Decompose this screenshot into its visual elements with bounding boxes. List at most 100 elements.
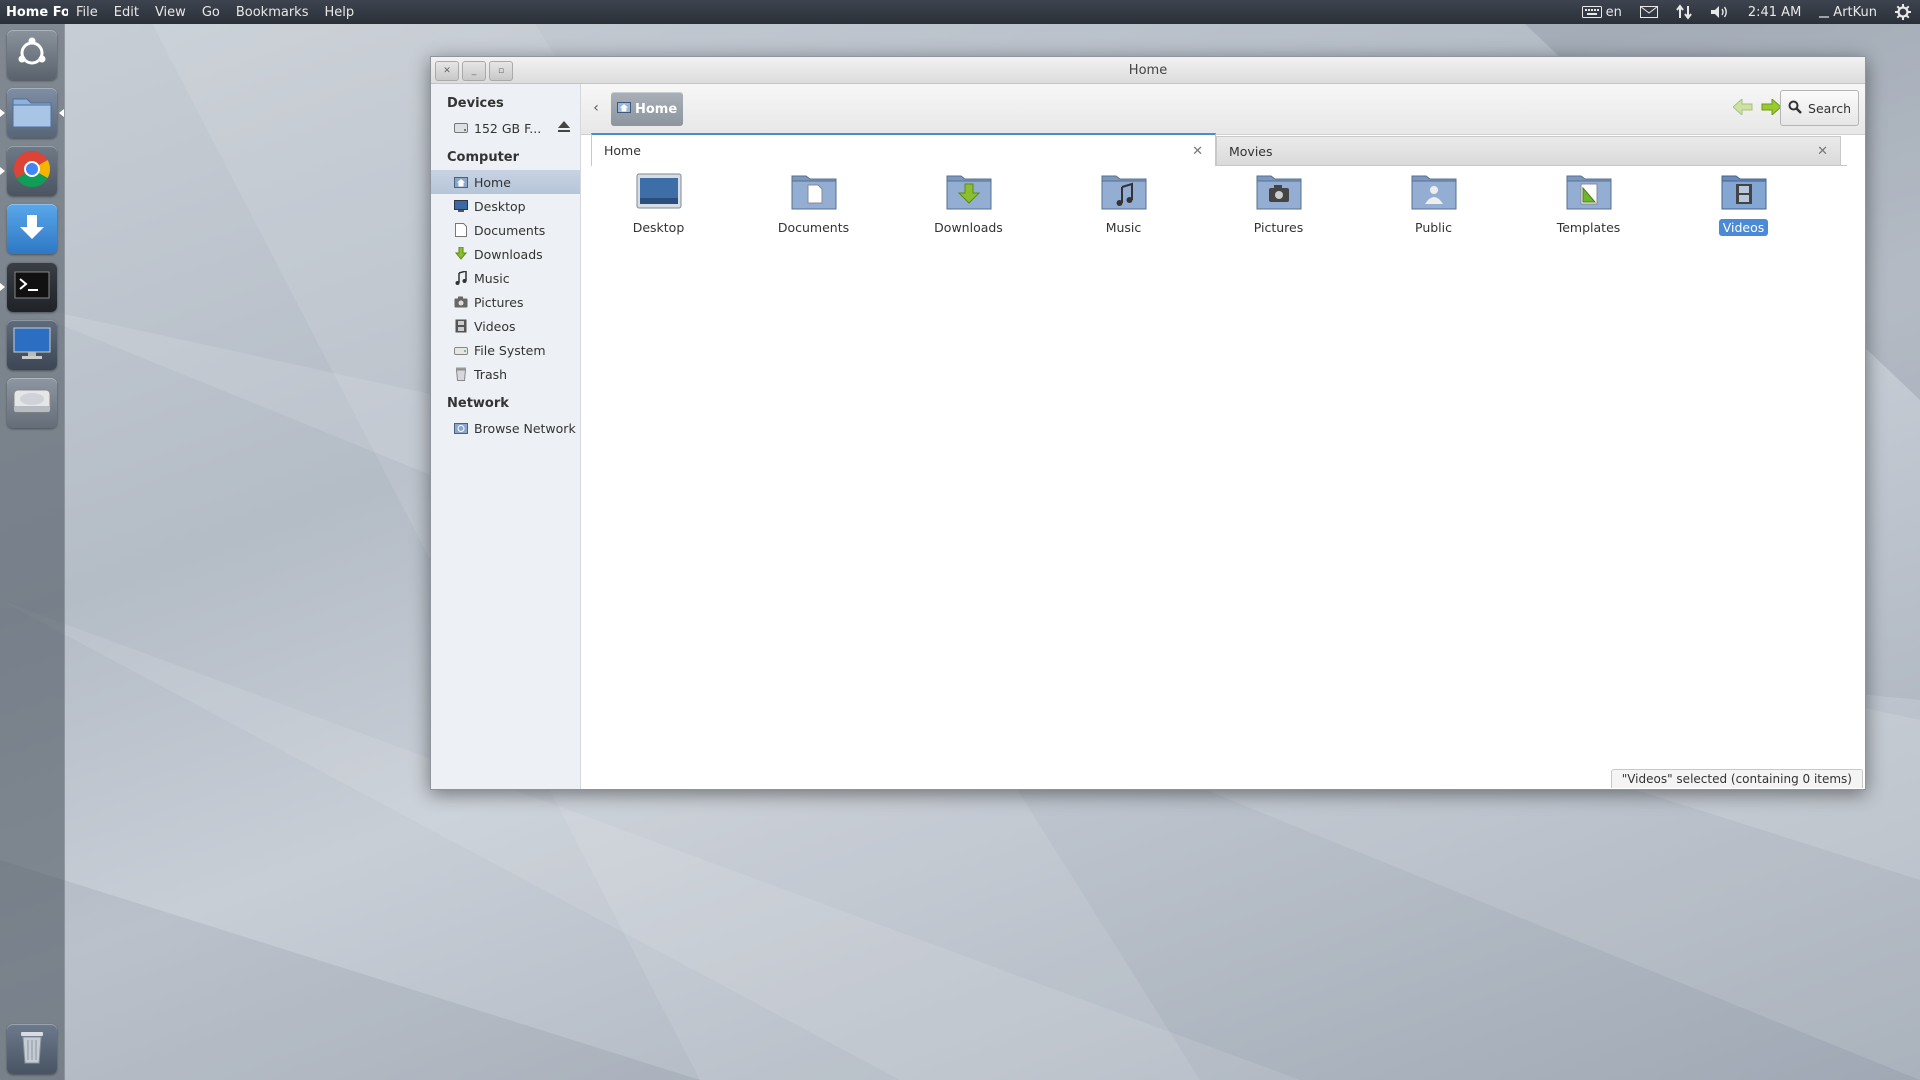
dash-home-button[interactable] <box>7 30 57 80</box>
sidebar-item-desktop[interactable]: Desktop <box>431 194 580 218</box>
tab-label: Home <box>604 143 641 158</box>
chromium-launcher-button[interactable] <box>7 146 57 196</box>
trash-launcher-button[interactable] <box>7 1024 57 1074</box>
music-note-icon <box>454 271 468 285</box>
trash-icon <box>17 1028 47 1070</box>
close-window-button[interactable]: ✕ <box>435 61 459 81</box>
menu-bookmarks[interactable]: Bookmarks <box>228 5 317 20</box>
tab-home[interactable]: Home ✕ <box>591 133 1216 166</box>
clock[interactable]: 2:41 AM <box>1739 5 1810 20</box>
minimize-window-button[interactable]: _ <box>462 61 486 81</box>
breadcrumb-home[interactable]: Home <box>611 92 684 126</box>
files-launcher-button[interactable] <box>7 88 57 138</box>
folder-desktop[interactable]: Desktop <box>581 172 736 236</box>
sidebar-item-browse-network[interactable]: Browse Network <box>431 416 580 440</box>
videos-folder-icon <box>1720 172 1768 216</box>
user-menu[interactable]: ArtKun <box>1810 5 1886 20</box>
tab-bar: Home ✕ Movies ✕ <box>591 133 1847 167</box>
chrome-icon <box>12 149 52 193</box>
sidebar-item-downloads[interactable]: Downloads <box>431 242 580 266</box>
file-label: Music <box>1105 220 1142 235</box>
file-label: Desktop <box>632 220 685 235</box>
folder-music[interactable]: Music <box>1046 172 1201 236</box>
menu-help[interactable]: Help <box>316 5 362 20</box>
menu-file[interactable]: File <box>68 5 106 20</box>
folder-templates[interactable]: Templates <box>1511 172 1666 236</box>
status-bar: "Videos" selected (containing 0 items) <box>1610 769 1863 788</box>
download-arrow-icon <box>454 247 468 261</box>
close-icon: ✕ <box>443 65 451 76</box>
desktop-folder-icon <box>635 172 683 216</box>
session-indicator[interactable] <box>1886 4 1920 20</box>
running-app-marker <box>0 283 5 291</box>
menu-edit[interactable]: Edit <box>106 5 147 20</box>
file-view: ‹ Home Search Home ✕ Movies ✕ Desktop Do… <box>581 84 1865 789</box>
network-arrows-icon <box>1676 4 1692 20</box>
file-manager-window: ✕ _ ▫ Home Devices 152 GB F... Computer … <box>430 56 1866 790</box>
home-folder-icon <box>454 175 468 189</box>
file-label: Documents <box>777 220 850 235</box>
window-titlebar[interactable]: ✕ _ ▫ Home <box>431 57 1865 84</box>
mail-indicator[interactable] <box>1631 6 1667 18</box>
menu-go[interactable]: Go <box>194 5 228 20</box>
toolbar: ‹ Home Search <box>581 84 1865 135</box>
user-icon <box>1819 6 1830 18</box>
folder-pictures[interactable]: Pictures <box>1201 172 1356 236</box>
sidebar-item-documents[interactable]: Documents <box>431 218 580 242</box>
forward-button[interactable] <box>1761 97 1782 119</box>
back-button[interactable] <box>1732 97 1753 119</box>
sidebar-item-trash[interactable]: Trash <box>431 362 580 386</box>
search-label: Search <box>1808 100 1851 116</box>
maximize-icon: ▫ <box>497 65 505 76</box>
sidebar-item-label: Downloads <box>474 246 543 262</box>
sound-indicator[interactable] <box>1701 5 1739 19</box>
minimize-icon: _ <box>471 65 477 76</box>
breadcrumb-label: Home <box>635 101 678 117</box>
file-label: Public <box>1415 220 1452 235</box>
mail-icon <box>1639 6 1658 18</box>
arrow-left-icon <box>1732 97 1753 119</box>
home-folder-icon <box>617 101 631 117</box>
trash-icon <box>454 367 468 381</box>
terminal-icon <box>14 271 50 303</box>
document-icon <box>454 223 468 237</box>
monitor-icon <box>12 325 52 365</box>
sidebar-item-videos[interactable]: Videos <box>431 314 580 338</box>
downloader-launcher-button[interactable] <box>7 204 57 254</box>
close-icon: ✕ <box>1192 144 1203 159</box>
sidebar-item-label: Browse Network <box>474 420 576 436</box>
folder-public[interactable]: Public <box>1356 172 1511 236</box>
sidebar-item-music[interactable]: Music <box>431 266 580 290</box>
top-panel: Home Folder File Edit View Go Bookmarks … <box>0 0 1920 24</box>
tab-close-button[interactable]: ✕ <box>1817 144 1828 159</box>
menu-view[interactable]: View <box>147 5 194 20</box>
close-icon: ✕ <box>1817 144 1828 159</box>
sidebar-item-file-system[interactable]: File System <box>431 338 580 362</box>
file-label: Downloads <box>934 220 1003 235</box>
tab-close-button[interactable]: ✕ <box>1192 144 1203 159</box>
tab-label: Movies <box>1229 143 1273 159</box>
gear-icon <box>1895 4 1911 20</box>
sidebar-item-label: 152 GB F... <box>474 120 542 136</box>
keyboard-indicator[interactable]: en <box>1573 5 1631 20</box>
sidebar-item-home[interactable]: Home <box>431 170 580 194</box>
sidebar-item-device[interactable]: 152 GB F... <box>431 116 580 140</box>
running-app-marker <box>0 167 5 175</box>
folder-videos[interactable]: Videos <box>1666 172 1821 236</box>
sidebar-header-network: Network <box>447 395 509 411</box>
folder-documents[interactable]: Documents <box>736 172 891 236</box>
terminal-launcher-button[interactable] <box>7 262 57 312</box>
disk-launcher-button[interactable] <box>7 378 57 428</box>
display-launcher-button[interactable] <box>7 320 57 370</box>
eject-icon[interactable] <box>557 121 571 136</box>
network-indicator[interactable] <box>1667 4 1701 20</box>
file-label: Templates <box>1556 220 1621 235</box>
path-bar-back-button[interactable]: ‹ <box>589 98 603 118</box>
search-button[interactable]: Search <box>1780 90 1859 126</box>
tab-movies[interactable]: Movies ✕ <box>1216 136 1841 166</box>
network-icon <box>454 421 468 435</box>
folder-downloads[interactable]: Downloads <box>891 172 1046 236</box>
maximize-window-button[interactable]: ▫ <box>489 61 513 81</box>
sidebar-item-label: Documents <box>474 222 546 238</box>
sidebar-item-pictures[interactable]: Pictures <box>431 290 580 314</box>
